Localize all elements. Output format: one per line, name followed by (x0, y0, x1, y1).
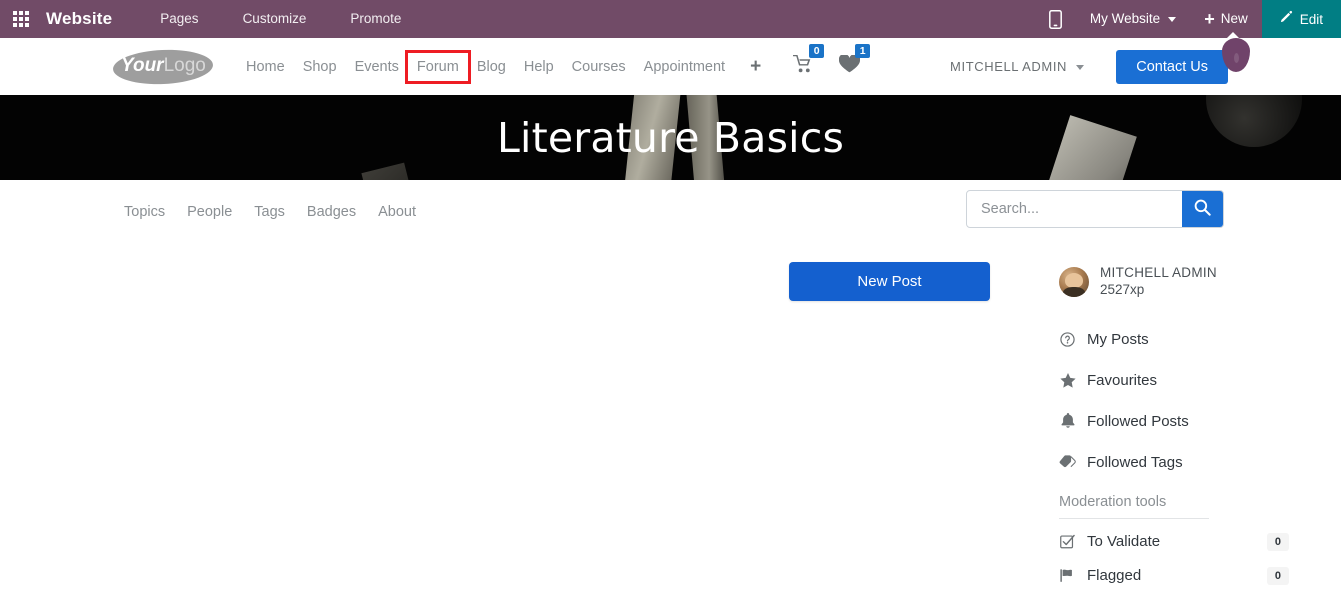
header-icon-group: 0 1 (793, 44, 871, 78)
pencil-icon (1278, 10, 1293, 28)
shopping-cart-button[interactable]: 0 (793, 44, 825, 78)
moderation-tools-list: To Validate 0 Flagged 0 (1059, 525, 1289, 593)
chevron-down-icon (1076, 65, 1085, 71)
logo-text-bold: Your (121, 54, 164, 76)
sidebar-item-flagged[interactable]: Flagged 0 (1059, 559, 1289, 593)
bell-icon (1059, 413, 1076, 429)
wishlist-count-badge: 1 (855, 44, 871, 58)
nav-link-blog[interactable]: Blog (468, 53, 515, 81)
sidebar-item-to-validate[interactable]: To Validate 0 (1059, 525, 1289, 559)
sidebar-item-label: Followed Tags (1087, 453, 1183, 471)
heart-icon (839, 53, 861, 78)
chevron-down-icon (1168, 16, 1177, 22)
flagged-count-badge: 0 (1266, 566, 1289, 585)
nav-link-help[interactable]: Help (515, 53, 563, 81)
nav-link-appointment[interactable]: Appointment (635, 53, 734, 81)
forum-tab-tags[interactable]: Tags (243, 198, 296, 226)
hero-decoration-shape (361, 162, 419, 180)
star-icon (1059, 372, 1076, 388)
nav-link-courses[interactable]: Courses (563, 53, 635, 81)
topbar-menu-pages[interactable]: Pages (138, 0, 220, 38)
sidebar-item-label: Flagged (1087, 567, 1142, 585)
website-header: YourLogo Home Shop Events Forum Blog Hel… (0, 38, 1341, 95)
avatar (1059, 266, 1089, 297)
logo-text-light: Logo (163, 54, 206, 76)
search-icon (1194, 199, 1211, 219)
sidebar-user-card[interactable]: MITCHELL ADMIN 2527xp (1059, 265, 1289, 299)
sidebar-item-label: Followed Posts (1087, 412, 1189, 430)
website-selector-label: My Website (1089, 11, 1161, 26)
sidebar-item-label: My Posts (1087, 330, 1149, 348)
check-square-icon (1059, 534, 1076, 549)
sidebar-item-favourites[interactable]: Favourites (1059, 360, 1289, 401)
sidebar-item-label: To Validate (1087, 533, 1161, 551)
forum-tab-about[interactable]: About (367, 198, 427, 226)
topbar-menu: Pages Customize Promote (138, 0, 423, 38)
odoo-system-topbar: Website Pages Customize Promote My Websi… (0, 0, 1341, 38)
topbar-menu-promote[interactable]: Promote (328, 0, 423, 38)
to-validate-count-badge: 0 (1266, 532, 1289, 551)
shopping-cart-icon (793, 55, 815, 78)
sidebar-item-followed-tags[interactable]: Followed Tags (1059, 442, 1289, 483)
flag-icon (1059, 568, 1076, 583)
edit-button[interactable]: Edit (1261, 0, 1341, 38)
hero-banner: Literature Basics (0, 95, 1341, 180)
search-input[interactable] (967, 191, 1182, 227)
site-main-nav: Home Shop Events Forum Blog Help Courses… (237, 49, 771, 84)
nav-link-forum[interactable]: Forum (404, 49, 471, 84)
sidebar-item-label: Favourites (1087, 371, 1158, 389)
cart-count-badge: 0 (809, 44, 825, 58)
nav-link-shop[interactable]: Shop (294, 53, 346, 81)
add-page-plus-icon[interactable]: + (734, 57, 771, 76)
nav-link-home[interactable]: Home (237, 53, 294, 81)
hero-decoration-shape (1033, 115, 1137, 180)
app-brand-name: Website (46, 9, 113, 28)
topbar-right-group: My Website + New Edit (1035, 0, 1341, 38)
sidebar-user-xp: 2527xp (1100, 281, 1145, 297)
tag-icon (1059, 455, 1076, 469)
search-submit-button[interactable] (1182, 191, 1223, 227)
forum-tab-topics[interactable]: Topics (113, 198, 176, 226)
header-right-group: MITCHELL ADMIN Contact Us (950, 49, 1228, 84)
topbar-menu-customize[interactable]: Customize (221, 0, 329, 38)
site-logo[interactable]: YourLogo (112, 47, 214, 86)
forum-body: Topics People Tags Badges About New Post… (0, 180, 1341, 609)
header-user-menu-label: MITCHELL ADMIN (950, 59, 1068, 74)
forum-tab-people[interactable]: People (176, 198, 243, 226)
forum-tab-badges[interactable]: Badges (296, 198, 367, 226)
forum-right-sidebar: MITCHELL ADMIN 2527xp My Posts Favourite… (1059, 265, 1289, 593)
nav-link-events[interactable]: Events (346, 53, 408, 81)
logo-text: YourLogo (121, 54, 206, 76)
wishlist-button[interactable]: 1 (839, 44, 871, 78)
mobile-preview-icon[interactable] (1035, 9, 1076, 29)
sidebar-item-my-posts[interactable]: My Posts (1059, 319, 1289, 360)
contact-us-button[interactable]: Contact Us (1116, 49, 1228, 84)
sidebar-item-followed-posts[interactable]: Followed Posts (1059, 401, 1289, 442)
header-user-menu[interactable]: MITCHELL ADMIN (950, 59, 1085, 74)
question-circle-icon (1059, 332, 1076, 347)
website-selector[interactable]: My Website (1076, 0, 1190, 38)
plus-icon: + (1204, 9, 1215, 29)
hero-decoration-shape (1206, 95, 1302, 147)
forum-tabs: Topics People Tags Badges About (113, 198, 427, 226)
new-post-button[interactable]: New Post (789, 262, 990, 301)
page-title: Literature Basics (496, 113, 845, 162)
edit-button-label: Edit (1299, 11, 1323, 27)
apps-grid-icon[interactable] (6, 0, 36, 38)
moderation-tools-heading: Moderation tools (1059, 494, 1209, 519)
forum-search (966, 190, 1224, 228)
sidebar-user-name: MITCHELL ADMIN (1100, 265, 1217, 280)
new-button[interactable]: + New (1190, 0, 1262, 38)
